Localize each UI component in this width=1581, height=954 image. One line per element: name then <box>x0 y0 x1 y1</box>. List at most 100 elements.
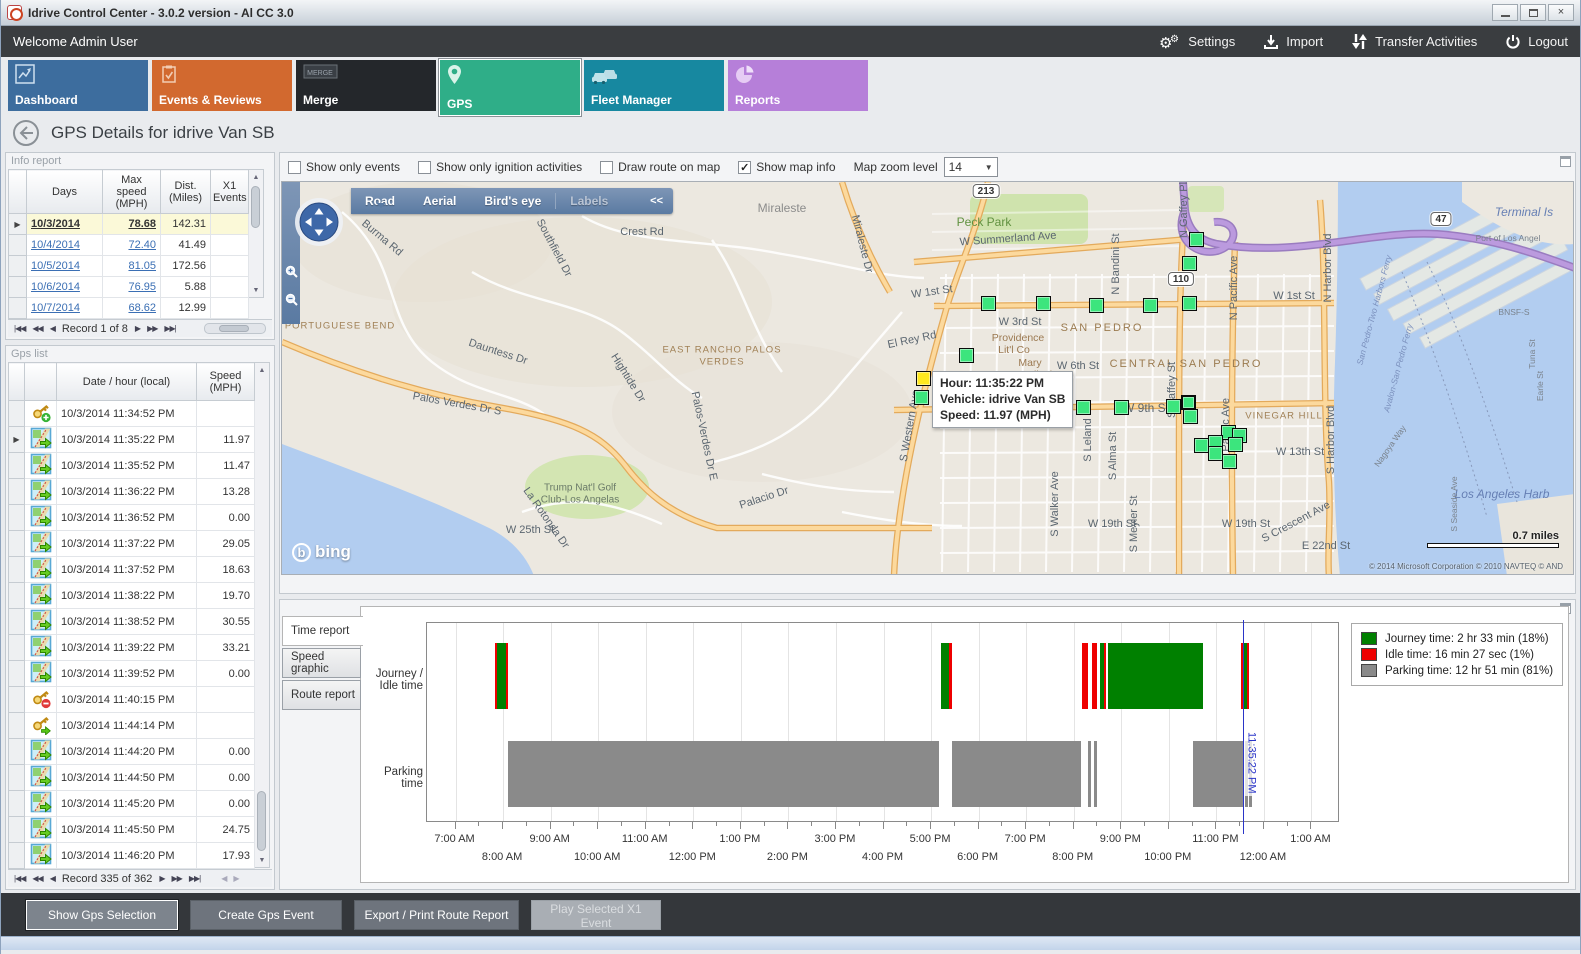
gps-point-marker[interactable] <box>981 296 996 311</box>
topbar-action-settings[interactable]: ⚙⚙Settings <box>1159 33 1235 51</box>
gps-list-scrollbar[interactable]: ▲ ▼ <box>255 362 270 868</box>
gps-point-marker[interactable] <box>1228 437 1243 452</box>
table-row[interactable]: 10/3/2014 11:40:15 PM <box>9 687 255 713</box>
map-style-bird-s-eye[interactable]: Bird's eye <box>470 194 555 208</box>
pager-next-page-button[interactable]: ▶▶ <box>172 874 182 883</box>
table-row[interactable]: 10/4/201472.4041.49 <box>9 235 249 256</box>
gps-point-marker[interactable] <box>1182 256 1197 271</box>
topbar-action-import[interactable]: Import <box>1263 34 1323 50</box>
table-row[interactable]: 10/3/2014 11:39:52 PM0.00 <box>9 661 255 687</box>
checkbox-show-only-ignition-activities[interactable]: Show only ignition activities <box>418 160 582 174</box>
selected-gps-point-marker[interactable] <box>916 371 931 386</box>
close-button[interactable]: × <box>1548 4 1574 21</box>
pager-prev-page-button[interactable]: ◀◀ <box>32 874 42 883</box>
map-style-road[interactable]: Road <box>351 194 409 208</box>
table-row[interactable]: 10/3/2014 11:38:22 PM19.70 <box>9 583 255 609</box>
gps-point-marker[interactable] <box>1222 454 1237 469</box>
nav-tile-dashboard[interactable]: Dashboard <box>8 60 148 111</box>
table-row[interactable]: 10/3/2014 11:37:22 PM29.05 <box>9 531 255 557</box>
table-row[interactable]: 10/7/201468.6212.99 <box>9 298 249 319</box>
table-row[interactable]: 10/3/2014 11:39:22 PM33.21 <box>9 635 255 661</box>
nav-tile-fleet-manager[interactable]: Fleet Manager <box>584 60 724 111</box>
table-row[interactable]: 10/3/2014 11:44:50 PM0.00 <box>9 765 255 791</box>
map-bar-collapse-button[interactable]: << <box>640 195 673 207</box>
table-row[interactable]: ▶10/3/2014 11:35:22 PM11.97 <box>9 427 255 453</box>
table-row[interactable]: 10/3/2014 11:35:52 PM11.47 <box>9 453 255 479</box>
max-speed-link[interactable]: 72.40 <box>128 239 156 251</box>
map-zoom-out-button[interactable] <box>284 288 299 310</box>
export-print-route-report-button[interactable]: Export / Print Route Report <box>354 900 519 930</box>
gps-point-marker[interactable] <box>1189 232 1204 247</box>
gps-point-marker[interactable] <box>1194 438 1209 453</box>
nav-tile-events-reviews[interactable]: Events & Reviews <box>152 60 292 111</box>
pager-next-button[interactable]: ▶ <box>135 324 140 333</box>
table-row[interactable]: 10/3/2014 11:45:50 PM24.75 <box>9 817 255 843</box>
checkbox-unchecked-icon[interactable] <box>600 161 613 174</box>
table-row[interactable]: ▶10/3/201478.68142.31 <box>9 214 249 235</box>
nav-tile-reports[interactable]: Reports <box>728 60 868 111</box>
map-style-labels[interactable]: Labels <box>556 194 622 208</box>
gps-point-marker[interactable] <box>1208 446 1223 461</box>
pager-first-button[interactable]: |◀◀ <box>14 324 25 333</box>
day-link[interactable]: 10/7/2014 <box>31 302 80 314</box>
table-row[interactable]: 10/3/2014 11:36:52 PM0.00 <box>9 505 255 531</box>
nav-tile-merge[interactable]: MERGEMerge <box>296 60 436 111</box>
gps-point-marker[interactable] <box>1143 298 1158 313</box>
table-row[interactable]: 10/3/2014 11:34:52 PM <box>9 401 255 427</box>
scroll-down-icon[interactable]: ▼ <box>249 283 263 297</box>
map-zoom-select[interactable]: 14▼ <box>944 157 998 177</box>
topbar-action-logout[interactable]: Logout <box>1505 34 1568 50</box>
pager-first-button[interactable]: |◀◀ <box>14 874 25 883</box>
show-gps-selection-button[interactable]: Show Gps Selection <box>26 900 178 930</box>
table-row[interactable]: 10/5/201481.05172.56 <box>9 256 249 277</box>
scroll-up-icon[interactable]: ▲ <box>255 363 269 377</box>
pager-last-button[interactable]: ▶▶| <box>189 874 200 883</box>
pager-right-icon[interactable]: ▶ <box>233 874 238 883</box>
create-gps-event-button[interactable]: Create Gps Event <box>190 900 342 930</box>
max-speed-link[interactable]: 81.05 <box>128 260 156 272</box>
checkbox-unchecked-icon[interactable] <box>418 161 431 174</box>
checkbox-show-only-events[interactable]: Show only events <box>288 160 400 174</box>
pager-last-button[interactable]: ▶▶| <box>164 324 175 333</box>
table-row[interactable]: 10/3/2014 11:45:20 PM0.00 <box>9 791 255 817</box>
map[interactable]: MiralestePeck ParkW Summerland AveCrest … <box>281 181 1574 575</box>
map-pan-control[interactable] <box>294 197 344 250</box>
gps-point-marker[interactable] <box>1183 409 1198 424</box>
info-report-scrollbar[interactable]: ▲ ▼ <box>249 169 264 298</box>
table-row[interactable]: 10/3/2014 11:37:52 PM18.63 <box>9 557 255 583</box>
gps-point-marker[interactable] <box>1182 296 1197 311</box>
tab-speed-graphic[interactable]: Speed graphic <box>282 648 361 678</box>
max-speed-link[interactable]: 76.95 <box>128 281 156 293</box>
table-row[interactable]: 10/3/2014 11:36:22 PM13.28 <box>9 479 255 505</box>
table-row[interactable]: 10/3/2014 11:44:20 PM0.00 <box>9 739 255 765</box>
day-link[interactable]: 10/5/2014 <box>31 260 80 272</box>
table-row[interactable]: 10/3/2014 11:38:52 PM30.55 <box>9 609 255 635</box>
checkbox-unchecked-icon[interactable] <box>288 161 301 174</box>
pager-prev-button[interactable]: ◀ <box>50 874 55 883</box>
gps-point-marker[interactable] <box>1076 400 1091 415</box>
checkbox-show-map-info[interactable]: ✓Show map info <box>738 160 835 174</box>
gps-point-marker[interactable] <box>1114 400 1129 415</box>
maximize-button[interactable] <box>1520 4 1546 21</box>
tab-time-report[interactable]: Time report <box>282 616 363 646</box>
topbar-action-transfer-activities[interactable]: Transfer Activities <box>1351 33 1477 50</box>
gps-point-marker[interactable] <box>1166 399 1181 414</box>
nav-tile-gps[interactable]: GPS <box>440 60 580 115</box>
pager-prev-page-button[interactable]: ◀◀ <box>32 324 42 333</box>
map-panel-maximize-button[interactable] <box>1560 156 1571 167</box>
checkbox-draw-route-on-map[interactable]: Draw route on map <box>600 160 720 174</box>
max-speed-link[interactable]: 68.62 <box>128 302 156 314</box>
gps-point-marker[interactable] <box>959 348 974 363</box>
gps-point-marker[interactable] <box>914 390 929 405</box>
map-style-aerial[interactable]: Aerial <box>409 194 470 208</box>
pager-left-icon[interactable]: ◀ <box>221 874 226 883</box>
max-speed-link[interactable]: 78.68 <box>128 218 156 230</box>
gps-point-marker[interactable] <box>1181 395 1196 410</box>
pager-next-page-button[interactable]: ▶▶ <box>147 324 157 333</box>
table-row[interactable]: 10/3/2014 11:46:20 PM17.93 <box>9 843 255 869</box>
table-row[interactable]: 10/6/201476.955.88 <box>9 277 249 298</box>
table-row[interactable]: 10/3/2014 11:44:14 PM <box>9 713 255 739</box>
minimize-button[interactable] <box>1492 4 1518 21</box>
day-link[interactable]: 10/4/2014 <box>31 239 80 251</box>
scroll-up-icon[interactable]: ▲ <box>249 170 263 184</box>
